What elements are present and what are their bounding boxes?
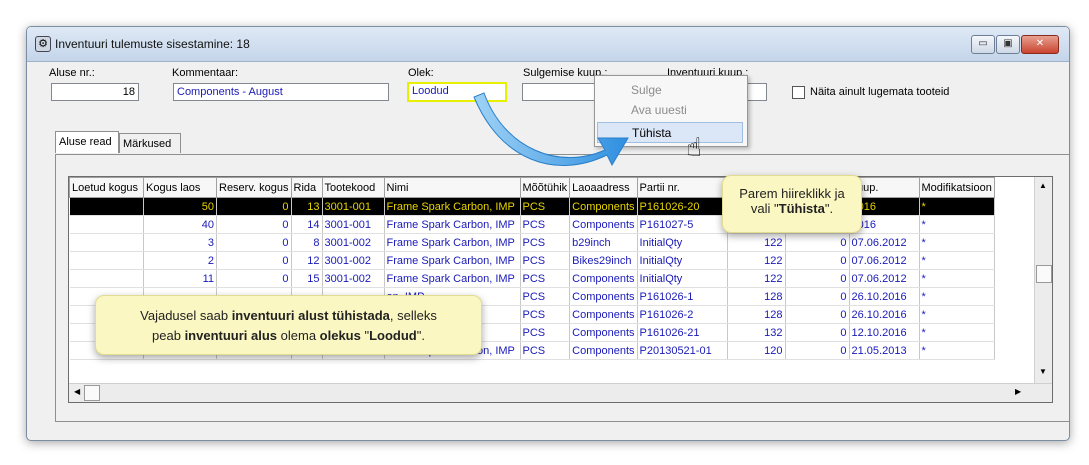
annotation-arrow bbox=[473, 92, 629, 167]
exp-p4: olema bbox=[277, 328, 320, 343]
exp-p6: ". bbox=[416, 328, 425, 343]
callout-line1: Parem hiireklikk ja bbox=[739, 186, 845, 201]
callout-line2c: ". bbox=[824, 201, 834, 216]
exp-p1: Vajadusel saab bbox=[140, 308, 232, 323]
callout-line2b: Tühista bbox=[778, 201, 825, 216]
exp-p3: peab bbox=[152, 328, 185, 343]
exp-b1: inventuuri alust tühistada bbox=[231, 308, 390, 323]
exp-p2: , selleks bbox=[389, 308, 437, 323]
exp-b4: Loodud bbox=[369, 328, 417, 343]
callout-line2a: vali " bbox=[750, 201, 779, 216]
exp-p5: " bbox=[360, 328, 370, 343]
callout-explanation: Vajadusel saab inventuuri alust tühistad… bbox=[95, 295, 482, 355]
blue-arrow-shape bbox=[473, 92, 629, 167]
callout-right-click: Parem hiireklikk ja vali "Tühista". bbox=[722, 175, 862, 233]
exp-b3: olekus bbox=[319, 328, 361, 343]
exp-b2: inventuuri alus bbox=[184, 328, 278, 343]
